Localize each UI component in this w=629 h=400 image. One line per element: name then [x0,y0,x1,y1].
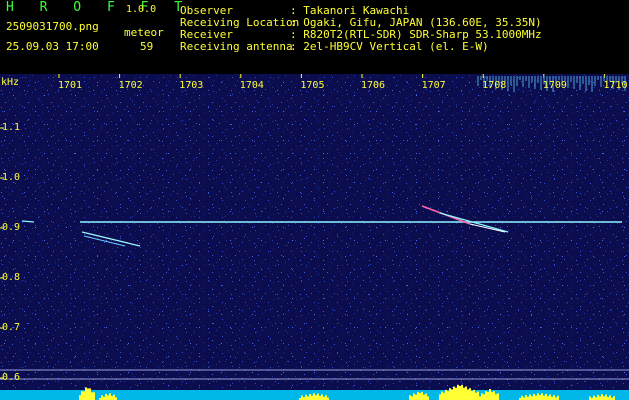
app-version: 1.0.0 [126,4,157,15]
meteor-count: 59 [140,40,154,53]
header-panel: H R O F F T 1.0.0 2509031700.png meteor … [0,0,629,74]
y-tick-label: 1.1 [2,122,21,133]
y-unit-label: kHz [1,77,20,88]
x-tick-label: 1708 [482,80,507,91]
x-tick-label: 1710 [603,80,628,91]
noise-overlay [0,74,629,400]
antenna-key: Receiving antenna [180,40,293,53]
y-tick-label: 0.7 [2,322,21,333]
y-tick-label: 0.9 [2,222,21,233]
antenna-value: : 2el-HB9CV Vertical (el. E-W) [290,40,489,53]
x-tick-label: 1702 [118,80,143,91]
x-tick-label: 1706 [361,80,386,91]
x-tick-label: 1704 [239,80,264,91]
spectrogram [0,74,629,400]
meteor-label: meteor [124,26,164,39]
y-tick-label: 0.8 [2,272,21,283]
x-tick-label: 1709 [542,80,567,91]
y-tick-label: 0.6 [2,372,21,383]
spectrogram-plot [0,74,629,400]
x-tick-label: 1705 [300,80,325,91]
x-tick-label: 1707 [421,80,446,91]
app-title: H R O F F T [6,0,192,15]
x-tick-label: 1703 [179,80,204,91]
y-tick-label: 1.0 [2,172,21,183]
capture-datetime: 25.09.03 17:00 [6,40,99,53]
file-name: 2509031700.png [6,20,99,33]
x-tick-label: 1701 [58,80,83,91]
